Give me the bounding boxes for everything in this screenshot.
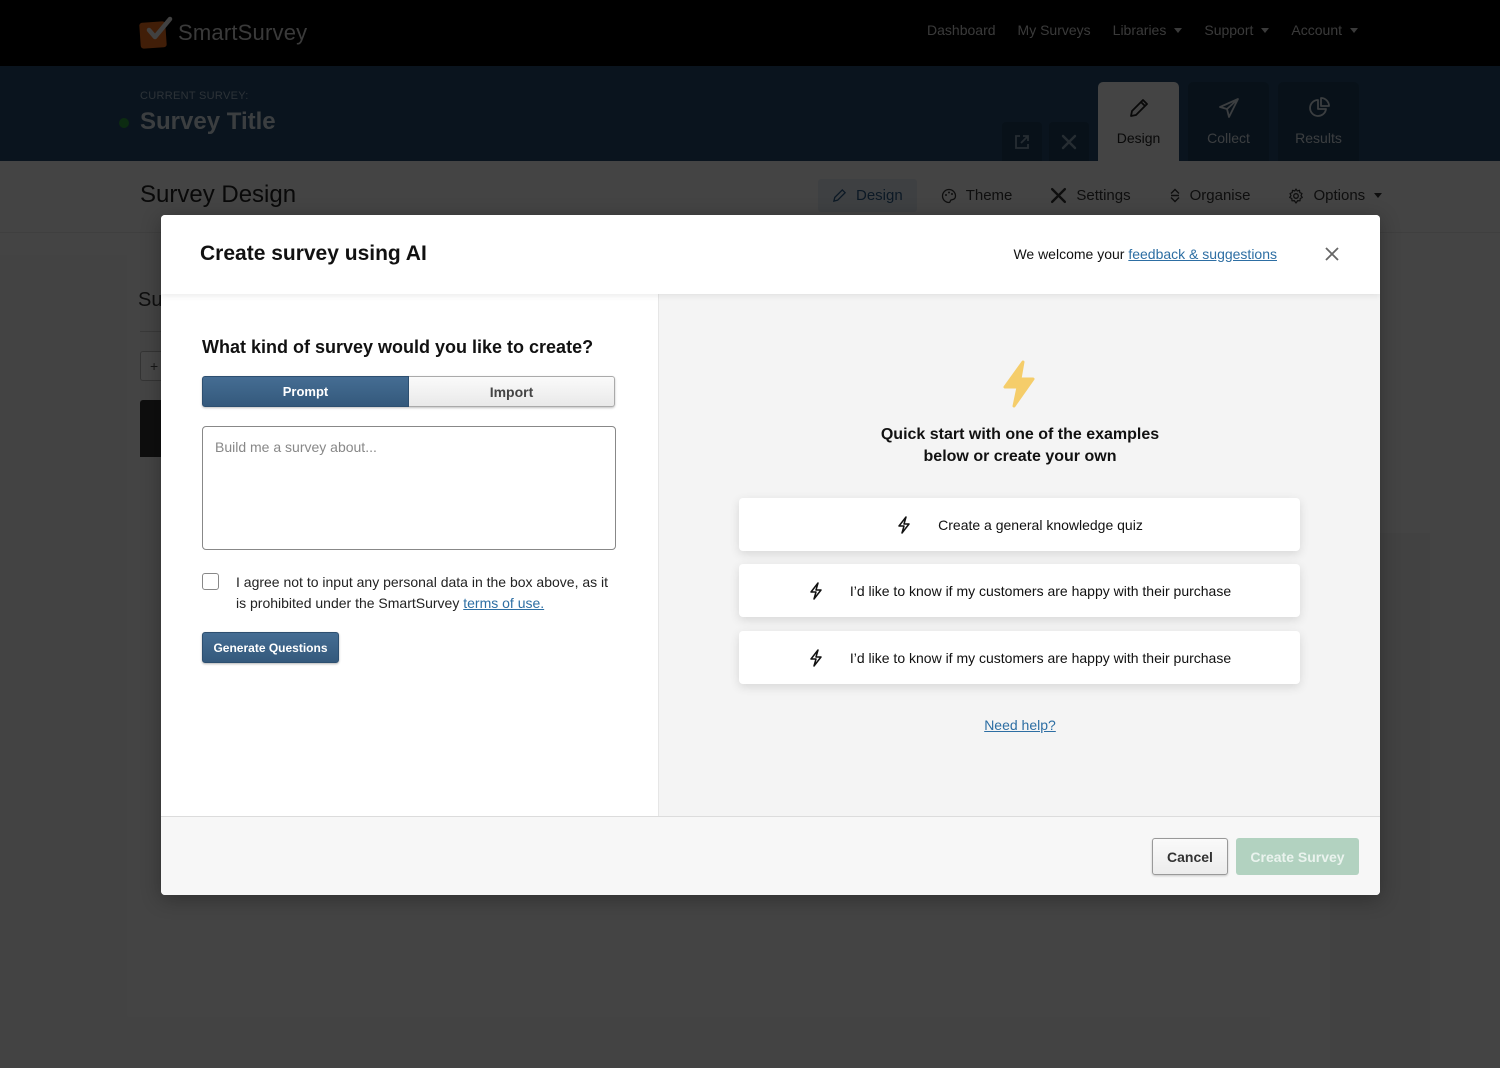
close-icon[interactable]: [1322, 244, 1342, 264]
need-help-link[interactable]: Need help?: [984, 717, 1056, 733]
mode-toggle: Prompt Import: [202, 376, 615, 407]
need-help: Need help?: [659, 717, 1380, 733]
personal-data-agreement: I agree not to input any personal data i…: [202, 572, 616, 614]
mode-import-button[interactable]: Import: [409, 376, 615, 407]
modal-header: Create survey using AI We welcome your f…: [161, 215, 1380, 294]
lightning-icon: [810, 581, 822, 600]
example-label: Create a general knowledge quiz: [938, 516, 1143, 533]
generate-questions-button[interactable]: Generate Questions: [202, 632, 339, 663]
modal-title: Create survey using AI: [200, 242, 427, 265]
feedback-prefix: We welcome your: [1013, 246, 1129, 262]
mode-prompt-button[interactable]: Prompt: [202, 376, 409, 407]
example-label: I’d like to know if my customers are hap…: [849, 582, 1232, 599]
quick-start-text: Quick start with one of the examples bel…: [659, 424, 1380, 468]
agree-label: I agree not to input any personal data i…: [236, 574, 609, 611]
lightning-icon: [810, 648, 822, 667]
prompt-heading: What kind of survey would you like to cr…: [202, 337, 594, 357]
agree-text: I agree not to input any personal data i…: [236, 572, 616, 614]
terms-link[interactable]: terms of use.: [463, 595, 544, 611]
window-edge: [1500, 0, 1504, 1068]
example-prompt-card[interactable]: Create a general knowledge quiz: [739, 498, 1300, 551]
create-survey-button[interactable]: Create Survey: [1236, 838, 1359, 875]
lightning-icon: [898, 515, 910, 534]
create-survey-ai-modal: Create survey using AI We welcome your f…: [161, 215, 1380, 895]
cancel-button[interactable]: Cancel: [1152, 838, 1228, 875]
lightning-icon: [1003, 360, 1035, 408]
feedback-link[interactable]: feedback & suggestions: [1128, 246, 1277, 262]
agree-checkbox[interactable]: [202, 573, 219, 590]
example-label: I’d like to know if my customers are hap…: [849, 649, 1232, 666]
quick-start-panel: Quick start with one of the examples bel…: [658, 294, 1380, 816]
prompt-panel: What kind of survey would you like to cr…: [161, 294, 658, 816]
quick-start-label: Quick start with one of the examples bel…: [880, 426, 1160, 465]
feedback-text: We welcome your feedback & suggestions: [1013, 246, 1277, 262]
example-prompt-card[interactable]: I’d like to know if my customers are hap…: [739, 631, 1300, 684]
example-prompt-card[interactable]: I’d like to know if my customers are hap…: [739, 564, 1300, 617]
prompt-input[interactable]: [202, 426, 616, 550]
modal-footer: Cancel Create Survey: [161, 816, 1380, 895]
